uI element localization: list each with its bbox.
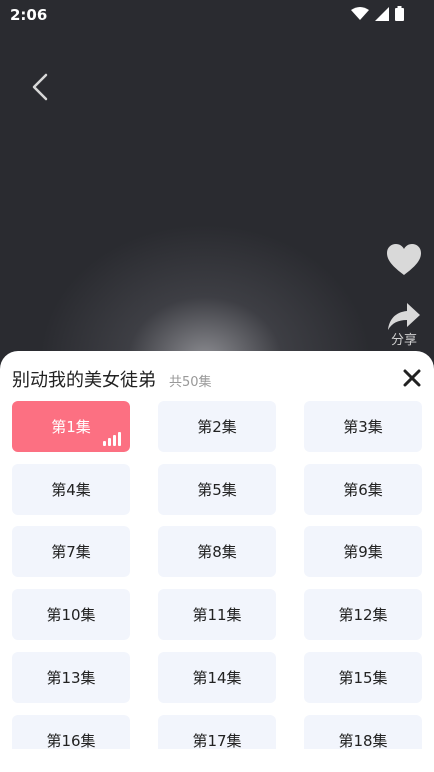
episode-label: 第17集 (192, 731, 242, 750)
bottom-bar (0, 749, 434, 772)
episode-button[interactable]: 第17集 (158, 714, 276, 750)
episode-label: 第18集 (338, 731, 388, 750)
episode-button[interactable]: 第16集 (12, 714, 130, 750)
episode-label: 第11集 (192, 606, 242, 625)
episode-count: 共50集 (169, 375, 212, 390)
sheet-header: 别动我的美女徒弟 共50集 (0, 351, 434, 401)
episode-label: 第13集 (46, 668, 96, 687)
episode-label: 第16集 (46, 731, 96, 750)
episode-button[interactable]: 第4集 (12, 463, 130, 515)
drama-title: 别动我的美女徒弟 (12, 370, 156, 391)
battery-icon (395, 6, 404, 21)
episode-label: 第2集 (197, 418, 237, 436)
episode-sheet: 别动我的美女徒弟 共50集 第1集 第2集 第3集第4集 第5集 第6集第7集 第8集 第9… (0, 351, 434, 749)
status-icons (351, 6, 404, 21)
close-icon[interactable] (402, 368, 422, 388)
episode-label: 第14集 (192, 668, 242, 687)
episode-button[interactable]: 第14集 (158, 651, 276, 703)
back-icon[interactable] (26, 70, 56, 104)
episode-button[interactable]: 第1集 (12, 401, 130, 452)
episode-button[interactable]: 第13集 (12, 651, 130, 703)
episode-button[interactable]: 第9集 (304, 526, 422, 578)
episode-button[interactable]: 第10集 (12, 589, 130, 641)
episode-button[interactable]: 第11集 (158, 589, 276, 641)
signal-icon (375, 6, 389, 21)
episode-button[interactable]: 第18集 (304, 714, 422, 750)
episode-label: 第1集 (51, 418, 91, 436)
episode-label: 第6集 (343, 480, 383, 499)
heart-icon[interactable] (386, 243, 422, 277)
share-icon[interactable] (387, 301, 421, 331)
side-actions: 分享 (384, 243, 424, 348)
episode-label: 第9集 (343, 543, 383, 562)
status-time: 2:06 (10, 6, 48, 24)
episode-button[interactable]: 第7集 (12, 526, 130, 578)
episode-button[interactable]: 第15集 (304, 651, 422, 703)
episode-label: 第4集 (51, 480, 91, 499)
share-label: 分享 (390, 333, 417, 348)
episode-label: 第5集 (197, 480, 237, 499)
status-bar: 2:06 (0, 0, 434, 30)
episode-button[interactable]: 第5集 (158, 463, 276, 515)
episode-label: 第10集 (46, 606, 96, 625)
episode-label: 第8集 (197, 543, 237, 562)
wifi-icon (351, 6, 369, 20)
episode-button[interactable]: 第12集 (304, 589, 422, 641)
episode-label: 第12集 (338, 606, 388, 625)
episode-label: 第15集 (338, 668, 388, 687)
now-playing-icon (103, 432, 121, 446)
episode-label: 第7集 (51, 543, 91, 562)
episode-button[interactable]: 第6集 (304, 463, 422, 515)
episode-button[interactable]: 第8集 (158, 526, 276, 578)
episode-button[interactable]: 第3集 (304, 401, 422, 452)
episode-label: 第3集 (343, 418, 383, 436)
episode-button[interactable]: 第2集 (158, 401, 276, 452)
